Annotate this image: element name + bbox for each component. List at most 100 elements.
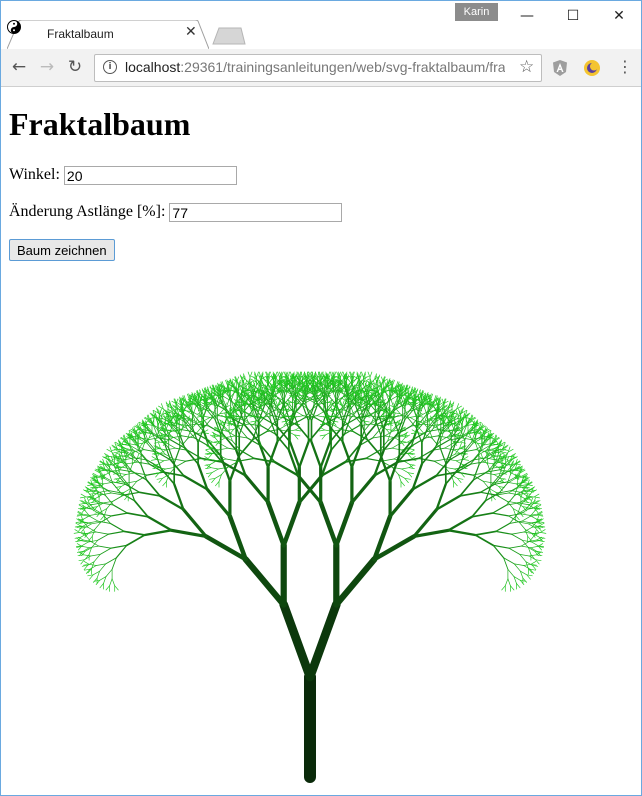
tree-branch (99, 547, 112, 555)
tree-branch (530, 546, 539, 549)
tree-branch (114, 585, 119, 591)
close-window-icon[interactable]: ✕ (596, 1, 641, 31)
url-path: :29361/trainingsanleitungen/web/svg-frak… (180, 59, 505, 75)
length-label: Änderung Astlänge [%]: (9, 203, 166, 221)
tree-branch (510, 585, 515, 591)
tree-branch (239, 449, 255, 459)
forward-arrow-icon[interactable]: → (35, 55, 59, 79)
angular-extension-icon[interactable] (551, 59, 569, 77)
info-icon[interactable]: i (103, 60, 117, 74)
draw-tree-button[interactable]: Baum zeichnen (9, 239, 115, 261)
tree-branch (534, 503, 542, 505)
tree-branch (495, 530, 513, 535)
profile-badge[interactable]: Karin (455, 3, 498, 21)
tree-branch (447, 515, 474, 532)
tree-branch (105, 585, 110, 591)
moon-extension-icon[interactable] (583, 59, 601, 77)
tree-branch (350, 473, 377, 505)
tree-branch (98, 469, 105, 472)
reload-icon[interactable]: ↻ (63, 55, 87, 79)
tree-branch (99, 513, 113, 517)
tree-branch (118, 472, 127, 475)
url-host: localhost (125, 59, 181, 75)
angle-input[interactable] (63, 166, 237, 185)
tree-branch (461, 437, 472, 440)
tree-branch (205, 449, 212, 454)
tree-branch (374, 419, 382, 436)
tree-branch (77, 554, 84, 557)
tree-branch (109, 578, 113, 587)
tree-branch (109, 522, 125, 532)
address-bar[interactable]: i localhost:29361/trainingsanleitungen/w… (94, 54, 542, 82)
tree-branch (205, 487, 232, 518)
tree-branch (508, 545, 522, 549)
tree-branch (507, 568, 515, 577)
tree-branch (279, 600, 315, 682)
angle-label: Winkel: (9, 166, 60, 184)
tree-branch (80, 496, 87, 499)
tree-branch (81, 504, 88, 509)
tree-branch (408, 464, 415, 469)
yin-yang-icon (7, 20, 21, 34)
tree-branch (146, 515, 173, 532)
url-text[interactable]: localhost:29361/trainingsanleitungen/web… (125, 59, 505, 75)
tree-branch (88, 492, 96, 495)
tree-branch (333, 556, 378, 608)
tree-branch (249, 415, 256, 418)
tree-branch (90, 501, 97, 503)
tree-branch (117, 444, 124, 446)
tree-branch (527, 503, 536, 505)
tree-branch (247, 371, 251, 378)
length-row: Änderung Astlänge [%]: (9, 203, 343, 222)
tree-branch (492, 504, 508, 514)
bookmark-star-icon[interactable]: ☆ (519, 57, 534, 77)
tree-branch (508, 547, 521, 555)
tree-branch (523, 565, 531, 570)
minimize-icon[interactable]: — (504, 1, 550, 31)
tree-branch (114, 481, 121, 483)
tree-branch (522, 577, 527, 583)
tree-branch (495, 494, 508, 502)
tree-branch (444, 447, 455, 451)
tree-branch (114, 462, 122, 464)
page-content: Fraktalbaum Winkel: Änderung Astlänge [%… (1, 87, 641, 795)
browser-menu-icon[interactable]: ⋮ (617, 57, 633, 76)
tree-branch (395, 419, 402, 423)
tree-branch (205, 467, 212, 470)
length-input[interactable] (169, 203, 343, 222)
tree-branch (83, 561, 90, 565)
tab-fraktalbaum[interactable]: Fraktalbaum ✕ (7, 20, 209, 49)
angle-row: Winkel: (9, 166, 237, 185)
tree-branch (113, 451, 120, 454)
tree-branch (510, 453, 516, 457)
tree-branch (88, 545, 100, 549)
tree-branch (91, 502, 102, 505)
tree-branch (202, 409, 207, 419)
new-tab-button[interactable] (211, 27, 247, 45)
maximize-icon[interactable]: ☐ (550, 1, 596, 31)
tree-branch (383, 379, 387, 386)
tree-branch (401, 467, 410, 470)
back-arrow-icon[interactable]: ← (7, 55, 31, 79)
tree-branch (539, 532, 547, 534)
tree-branch (400, 481, 405, 487)
browser-window: Karin — ☐ ✕ Fraktalbaum ✕ ← → ↻ i localh… (0, 0, 642, 796)
tree-branch (520, 540, 530, 547)
tree-branch (242, 556, 287, 608)
tree-branch (453, 481, 458, 487)
tree-branch (533, 493, 540, 498)
tree-branch (81, 546, 90, 549)
tree-branch (80, 493, 87, 498)
tree-branch (462, 459, 469, 461)
tree-branch (100, 515, 105, 521)
tree-branch (388, 487, 415, 518)
tree-branch (500, 451, 507, 454)
tree-branch (100, 515, 113, 523)
tree-branch (203, 417, 211, 422)
tab-close-icon[interactable]: ✕ (185, 24, 197, 40)
tree-branch (504, 578, 509, 587)
tab-strip: Karin — ☐ ✕ Fraktalbaum ✕ (1, 1, 641, 49)
tree-branch (143, 529, 173, 537)
tree-branch (107, 530, 125, 535)
tree-branch (474, 530, 497, 536)
